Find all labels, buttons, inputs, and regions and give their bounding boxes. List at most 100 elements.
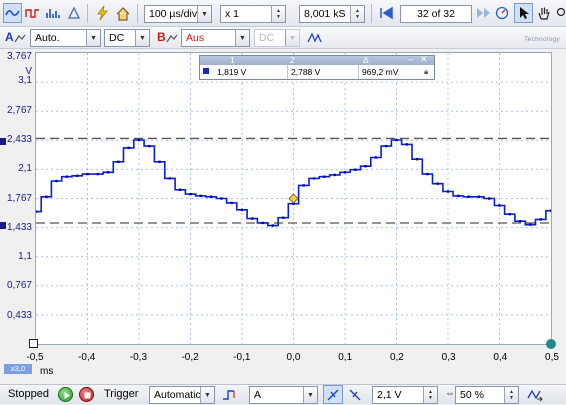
x-zoom-badge[interactable]: x3,0: [4, 364, 32, 374]
channel-a-range-select[interactable]: Auto. ▼: [30, 29, 101, 47]
waveform-canvas: [36, 53, 551, 344]
ruler-col3-header: Δ: [363, 55, 369, 65]
x-tick-label: 0,0: [286, 352, 301, 363]
x-axis-unit: ms: [40, 366, 54, 377]
ruler-col1-header: 1: [230, 55, 235, 65]
timebase-select[interactable]: 100 µs/div ▼: [144, 5, 212, 23]
stepper-icon[interactable]: ▲ ▼: [271, 6, 285, 22]
start-button[interactable]: [58, 387, 73, 402]
chevron-down-icon[interactable]: ▼: [135, 30, 149, 46]
pretrigger-input[interactable]: 50 % ▲ ▼: [455, 386, 519, 404]
zoom-select[interactable]: x 1 ▲ ▼: [220, 5, 286, 23]
channel-a-coupling-select[interactable]: DC ▼: [104, 29, 150, 47]
channel-b-label[interactable]: B: [157, 30, 166, 44]
hand-tool-button[interactable]: [535, 3, 553, 23]
x-tick-label: 0,5: [545, 352, 559, 363]
scope-settings-button[interactable]: [65, 3, 83, 23]
play-icon: [64, 392, 70, 399]
scope-plot-area[interactable]: [35, 52, 552, 345]
y-tick-label: 0,767: [6, 280, 32, 292]
scope-mode-button[interactable]: [3, 3, 22, 23]
falling-edge-button[interactable]: [345, 385, 365, 405]
spectrum-bars-icon: [46, 9, 60, 18]
falling-edge-icon: [349, 389, 361, 401]
sample-point: [477, 195, 481, 198]
first-capture-button[interactable]: [375, 3, 397, 23]
sample-point: [364, 165, 367, 168]
y-tick-label: 1,767: [6, 192, 32, 204]
chevron-down-icon[interactable]: ▼: [86, 30, 100, 46]
chevron-down-icon[interactable]: ▼: [303, 387, 317, 403]
stepper-icon[interactable]: ▲ ▼: [350, 6, 364, 22]
stepper-icon[interactable]: ▲ ▼: [423, 387, 437, 403]
select-tool-button[interactable]: [514, 3, 533, 23]
post-trigger-marker[interactable]: [546, 339, 556, 349]
next-capture-button[interactable]: [475, 3, 493, 23]
rising-edge-button[interactable]: [323, 385, 343, 404]
sample-point: [271, 224, 275, 227]
ruler-value-2: 2,788 V: [291, 67, 321, 77]
y-tick-label: 1,1: [18, 251, 32, 263]
ruler-legend-window[interactable]: 1 2 Δ ✕ – 1,819 V 2,788 V 969,2 mV 🔒︎: [199, 54, 435, 80]
lock-icon[interactable]: 🔒︎: [424, 67, 428, 77]
samples-select[interactable]: 8,001 kS ▲ ▼: [299, 5, 365, 23]
chevron-down-icon[interactable]: ▼: [197, 6, 211, 22]
advanced-trigger-button[interactable]: [219, 385, 241, 405]
channel-a-label[interactable]: A: [5, 30, 14, 44]
sample-point: [323, 175, 326, 178]
sample-point: [55, 179, 58, 183]
sample-point: [199, 194, 202, 198]
capture-counter[interactable]: 32 of 32: [400, 5, 472, 23]
trigger-channel-select[interactable]: A ▼: [249, 386, 318, 404]
default-setup-button[interactable]: [114, 3, 132, 23]
channel-a-offset-marker[interactable]: [29, 339, 38, 348]
cursor-arrow-icon: [519, 7, 529, 19]
capture-state: Stopped: [8, 388, 49, 400]
math-channels-button[interactable]: [305, 28, 323, 48]
channel-options-icon[interactable]: [166, 34, 178, 44]
sample-point: [209, 195, 213, 198]
sample-point: [539, 218, 542, 221]
cursor-handle-left[interactable]: [0, 222, 6, 229]
hand-icon: [538, 7, 550, 20]
spectrum-mode-button[interactable]: [43, 3, 62, 23]
stop-button[interactable]: [79, 387, 94, 402]
trigger-level-input[interactable]: 2,1 V ▲ ▼: [372, 386, 438, 404]
stepper-icon[interactable]: ▲ ▼: [504, 387, 518, 403]
trigger-delay-button[interactable]: [525, 385, 545, 405]
pretrigger-icon: ⇔: [445, 388, 455, 399]
capture-counter-value: 32 of 32: [417, 8, 455, 20]
trigger-label: Trigger: [104, 388, 139, 400]
x-tick-label: -0,2: [181, 352, 199, 363]
persistence-mode-button[interactable]: [23, 3, 42, 23]
auto-setup-button[interactable]: [93, 3, 111, 23]
sample-point: [488, 197, 491, 200]
samples-value: 8,001 kS: [304, 8, 346, 20]
ruler-legend-header[interactable]: [200, 56, 434, 65]
ruler-col2-header: 2: [290, 55, 295, 65]
channel-b-range-select[interactable]: Aus ▼: [181, 29, 250, 47]
channel-options-icon[interactable]: [14, 34, 26, 44]
trigger-edge-icon: [223, 390, 235, 400]
close-icon[interactable]: ✕: [420, 54, 428, 65]
sample-point: [106, 171, 110, 174]
channel-a-range-value: Auto.: [35, 32, 60, 44]
minimize-icon[interactable]: –: [408, 54, 413, 64]
x-tick-label: 0,2: [389, 352, 404, 363]
channel-b-range-value: Aus: [186, 32, 205, 44]
y-tick-label: 2,1: [18, 163, 32, 175]
magnifier-icon: [556, 7, 565, 17]
ruler-divider: [287, 65, 288, 79]
sample-point: [251, 217, 254, 220]
channel-b-coupling-select: DC ▼: [254, 29, 300, 47]
trigger-mode-select[interactable]: Automatic ▼: [149, 386, 215, 404]
chevron-down-icon[interactable]: ▼: [200, 387, 214, 403]
chevron-down-icon[interactable]: ▼: [235, 30, 249, 46]
cursor-handle-left[interactable]: [0, 138, 6, 145]
sample-point: [179, 188, 182, 191]
measure-button[interactable]: [494, 3, 510, 23]
toolbar-separator: [87, 4, 88, 23]
pretrigger-value: 50 %: [460, 389, 484, 401]
waveform-trace: [36, 139, 551, 227]
zoom-tool-button[interactable]: [555, 3, 566, 23]
